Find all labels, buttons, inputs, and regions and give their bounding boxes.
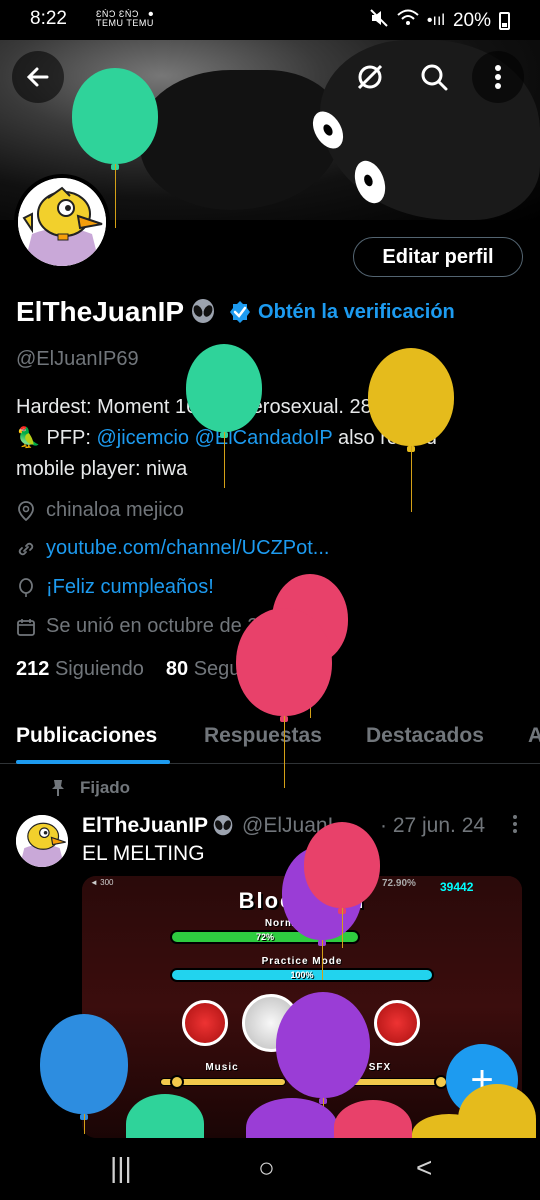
birthday-balloon [304, 822, 380, 948]
birthday-balloon [236, 608, 332, 788]
slash-circle-icon [357, 64, 383, 90]
birthday-balloon [72, 68, 158, 228]
status-right: •ııl 20% [369, 8, 510, 34]
home-button[interactable]: ○ [258, 1152, 275, 1184]
avatar-illustration [18, 178, 106, 266]
website-link[interactable]: youtube.com/channel/UCZPot... [46, 537, 329, 560]
balloon-icon [19, 577, 33, 597]
location-text: chinaloa mejico [46, 499, 184, 521]
status-dot: • [148, 6, 154, 23]
options-button [374, 1000, 420, 1046]
verified-badge-icon [230, 301, 251, 323]
tab-indicator [16, 760, 170, 764]
post-author[interactable]: ElTheJuanIP [82, 814, 208, 838]
location-pin-icon [18, 500, 34, 521]
back-button[interactable] [12, 51, 64, 103]
more-vertical-icon [495, 65, 501, 89]
practice-mode-label: Practice Mode [261, 956, 343, 967]
birthday-balloon [40, 1014, 128, 1134]
profile-handle: @ElJuanIP69 [16, 348, 139, 370]
music-slider-knob [170, 1075, 184, 1089]
parrot-emoji-icon: 🦜 [16, 427, 41, 449]
location-row: chinaloa mejico [16, 499, 184, 522]
bio-line: mobile player: niwa [16, 458, 188, 480]
birthday-balloon [368, 348, 454, 512]
alien-emoji-icon [213, 815, 233, 836]
profile-avatar[interactable] [14, 174, 110, 270]
post-avatar[interactable] [16, 815, 68, 867]
notification-icons: ƐŃƆ ƐŃƆ TEMU TEMU [96, 9, 154, 28]
post-date[interactable]: · 27 jun. 24 [380, 814, 485, 838]
profile-tabs: Publicaciones Respuestas Destacados A [0, 716, 540, 764]
post-more-icon[interactable] [512, 814, 518, 839]
wifi-icon [397, 9, 419, 33]
avatar-illustration [16, 815, 68, 867]
banner-shape [140, 70, 340, 210]
signal-icon: •ııl [426, 12, 445, 29]
birthday-balloon [276, 992, 370, 1128]
alien-emoji-icon [192, 299, 215, 323]
tab-posts[interactable]: Publicaciones [16, 724, 157, 748]
mention-link[interactable]: @jicemcio [96, 427, 189, 449]
following-link[interactable]: 212 Siguiendo [16, 658, 144, 681]
link-icon [18, 542, 34, 555]
pinned-label: Fijado [50, 778, 130, 798]
edit-profile-button[interactable]: Editar perfil [353, 237, 523, 277]
tab-highlights[interactable]: Destacados [366, 724, 484, 748]
arrow-left-icon [26, 67, 49, 87]
practice-mode-bar: 100% [170, 968, 434, 982]
grok-button[interactable] [344, 51, 396, 103]
status-time: 8:22 [30, 8, 67, 29]
nav-back-button[interactable]: < [416, 1152, 432, 1184]
mute-icon [369, 8, 389, 34]
recents-button[interactable]: ||| [110, 1152, 132, 1184]
tab-replies[interactable]: Respuestas [204, 724, 322, 748]
normal-mode-button [182, 1000, 228, 1046]
birthday-balloon [186, 344, 262, 488]
post-header: ElTheJuanIP @ElJuanI... · 27 jun. 24 [82, 814, 522, 838]
calendar-icon [17, 618, 35, 636]
tab-articles[interactable]: A [528, 724, 540, 748]
post-text: EL MELTING [82, 842, 205, 865]
pin-icon [52, 780, 64, 796]
profile-name: ElTheJuanIP [16, 296, 185, 327]
system-navbar: ||| ○ < [0, 1138, 540, 1200]
birthday-text[interactable]: ¡Feliz cumpleaños! [46, 576, 214, 599]
status-bar: 8:22 ƐŃƆ ƐŃƆ TEMU TEMU • •ııl 20% [0, 0, 540, 40]
search-button[interactable] [408, 51, 460, 103]
get-verified-link[interactable]: Obtén la verificación [258, 301, 455, 324]
battery-text: 20% [452, 10, 491, 31]
birthday-row: ¡Feliz cumpleaños! [16, 576, 214, 599]
media-top-left: ◄ 300 [90, 878, 114, 887]
battery-icon [499, 12, 510, 30]
more-button[interactable] [472, 51, 524, 103]
website-row: youtube.com/channel/UCZPot... [16, 537, 329, 560]
profile-name-row: ElTheJuanIP Obtén la verificación [16, 296, 455, 328]
search-icon [421, 64, 448, 91]
